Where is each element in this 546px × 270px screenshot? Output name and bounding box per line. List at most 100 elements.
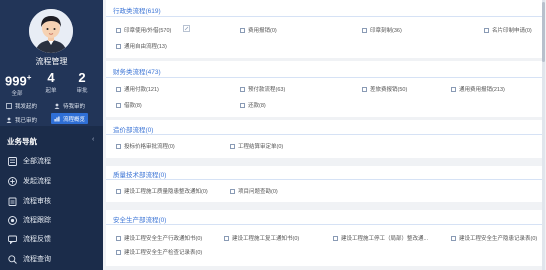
list-icon <box>8 156 17 166</box>
nav-item-track[interactable]: 流程跟踪 <box>8 212 51 228</box>
flow-item-label: 通用自由流程(13) <box>124 44 167 50</box>
flow-item[interactable]: 投标价格审批流程(0) <box>116 142 175 150</box>
nav-item-track-label: 流程跟踪 <box>23 217 51 224</box>
flow-item-label: 项目问题查勘(0) <box>238 189 278 195</box>
checkbox-icon <box>230 188 235 194</box>
checkbox-icon <box>116 86 121 92</box>
flow-item[interactable]: 建设工程施工停工（局部）整改通... <box>333 234 428 242</box>
checkbox-icon <box>116 235 121 241</box>
section-finance-title[interactable]: 财务类流程(473) <box>113 66 161 76</box>
section-cost-title[interactable]: 造价部流程(0) <box>113 124 153 134</box>
flow-item[interactable]: 名片印制申请(0) <box>484 26 532 34</box>
link-done[interactable]: 我已审的 <box>6 114 37 125</box>
nav-item-feedback[interactable]: 流程反馈 <box>8 231 51 247</box>
checkbox-icon <box>116 102 121 108</box>
flow-item-label: 工程结算审定单(0) <box>238 144 284 150</box>
flow-item-label: 印章使用/外借(570) <box>124 28 172 34</box>
section-safety-title[interactable]: 安全生产部流程(0) <box>113 214 166 224</box>
avatar[interactable] <box>29 9 73 53</box>
divider <box>106 16 543 17</box>
link-overview-label: 流程概览 <box>63 116 86 123</box>
edit-icon[interactable] <box>183 25 190 32</box>
chevron-left-icon[interactable]: ‹ <box>92 136 94 143</box>
nav-item-feedback-label: 流程反馈 <box>23 236 51 243</box>
link-done-label: 我已审的 <box>15 117 38 124</box>
nav-item-start-label: 发起流程 <box>23 178 51 185</box>
flow-item-label: 建设工程施工质量隐患整改通知(0) <box>124 189 208 195</box>
divider <box>106 134 543 135</box>
section-safety: 安全生产部流程(0) 建设工程安全生产行政通知书(0) 建设工程施工复工通知书(… <box>106 210 543 266</box>
link-initiated[interactable]: 我发起的 <box>6 100 37 111</box>
flow-item-label: 建设工程施工复工通知书(0) <box>232 236 300 242</box>
link-overview[interactable]: 流程概览 <box>51 113 89 124</box>
stat-approve-label: 审批 <box>76 88 88 94</box>
flow-item[interactable]: 借款(8) <box>116 101 142 109</box>
link-pending[interactable]: 待我审的 <box>54 100 85 111</box>
flow-item-label: 借款(8) <box>124 103 142 109</box>
flow-item[interactable]: 建设工程施工复工通知书(0) <box>224 234 299 242</box>
flow-item[interactable]: 项目问题查勘(0) <box>230 187 278 195</box>
search-icon <box>8 254 17 264</box>
divider <box>106 224 543 225</box>
flow-item[interactable]: 建设工程安全生产行政通知书(0) <box>116 234 202 242</box>
flow-item[interactable]: 建设工程施工质量隐患整改通知(0) <box>116 187 208 195</box>
flow-item[interactable]: 还款(8) <box>240 101 266 109</box>
flow-item-label: 建设工程施工停工（局部）整改通... <box>341 236 429 242</box>
chart-icon <box>54 116 60 121</box>
avatar-image <box>29 9 73 53</box>
flow-item[interactable]: 预付款流程(63) <box>240 85 285 93</box>
flow-item[interactable]: 通用自由流程(13) <box>116 42 167 50</box>
stat-start-label: 起单 <box>45 88 57 94</box>
scrollbar-thumb[interactable] <box>542 2 545 62</box>
flow-item[interactable]: 印章使用/外借(570) <box>116 26 171 34</box>
flow-item-label: 印章刻制(36) <box>370 28 402 34</box>
checkbox-icon <box>116 27 121 33</box>
nav-item-review[interactable]: 流程审核 <box>8 193 51 209</box>
checkbox-icon <box>224 235 229 241</box>
flow-item[interactable]: 印章刻制(36) <box>362 26 402 34</box>
link-initiated-label: 我发起的 <box>15 103 38 110</box>
clipboard-icon <box>8 197 17 206</box>
flow-item[interactable]: 差旅费报销(50) <box>362 85 407 93</box>
nav-item-query[interactable]: 流程查询 <box>8 251 51 267</box>
user-check-icon <box>6 117 12 123</box>
section-quality-title[interactable]: 质量技术部流程(0) <box>113 169 166 179</box>
stat-approve-value: 2 <box>78 70 86 85</box>
stat-approve[interactable]: 2 审批 <box>71 70 93 94</box>
checkbox-icon <box>240 102 245 108</box>
divider <box>106 179 543 180</box>
checkbox-icon <box>333 235 338 241</box>
document-icon <box>6 102 12 109</box>
section-admin-title[interactable]: 行政类流程(619) <box>113 5 161 15</box>
flow-item[interactable]: 工程结算审定单(0) <box>230 142 283 150</box>
checkbox-icon <box>116 143 121 149</box>
flow-item[interactable]: 通用费用报销(213) <box>451 85 505 93</box>
flow-item-label: 还款(8) <box>248 103 266 109</box>
section-quality: 质量技术部流程(0) 建设工程施工质量隐患整改通知(0) 项目问题查勘(0) <box>106 166 543 202</box>
flow-item[interactable]: 建设工程安全生产检查记录表(0) <box>116 248 202 256</box>
nav-title: 业务导航 <box>7 137 37 146</box>
flow-item[interactable]: 通用付款(121) <box>116 85 159 93</box>
stat-all-value: 999+ <box>5 73 32 89</box>
flow-item-label: 通用费用报销(213) <box>459 87 505 93</box>
plus-circle-icon <box>8 176 17 186</box>
nav-item-start[interactable]: 发起流程 <box>8 173 51 189</box>
checkbox-icon <box>484 27 489 33</box>
message-icon <box>8 235 17 244</box>
stat-all[interactable]: 999+ 全部 <box>5 70 32 98</box>
profile-panel: 流程管理 999+ 全部 4 起单 2 审批 我发起的 待我审的 我已审的 流程… <box>0 0 103 126</box>
stat-all-label: 全部 <box>11 91 23 98</box>
nav-item-query-label: 流程查询 <box>23 256 51 263</box>
checkbox-icon <box>230 143 235 149</box>
checkbox-icon <box>240 27 245 33</box>
flow-item-label: 通用付款(121) <box>124 87 159 93</box>
checkbox-icon <box>116 43 121 49</box>
stat-start[interactable]: 4 起单 <box>40 70 62 94</box>
nav-item-all-label: 全部流程 <box>23 158 51 165</box>
nav-item-all[interactable]: 全部流程 <box>8 153 51 169</box>
flow-item[interactable]: 建设工程安全生产隐患记录表(0) <box>451 234 537 242</box>
username: 流程管理 <box>35 57 68 66</box>
flow-item-label: 名片印制申请(0) <box>492 28 532 34</box>
stat-start-value: 4 <box>47 70 55 85</box>
flow-item[interactable]: 费用报销(0) <box>240 26 277 34</box>
